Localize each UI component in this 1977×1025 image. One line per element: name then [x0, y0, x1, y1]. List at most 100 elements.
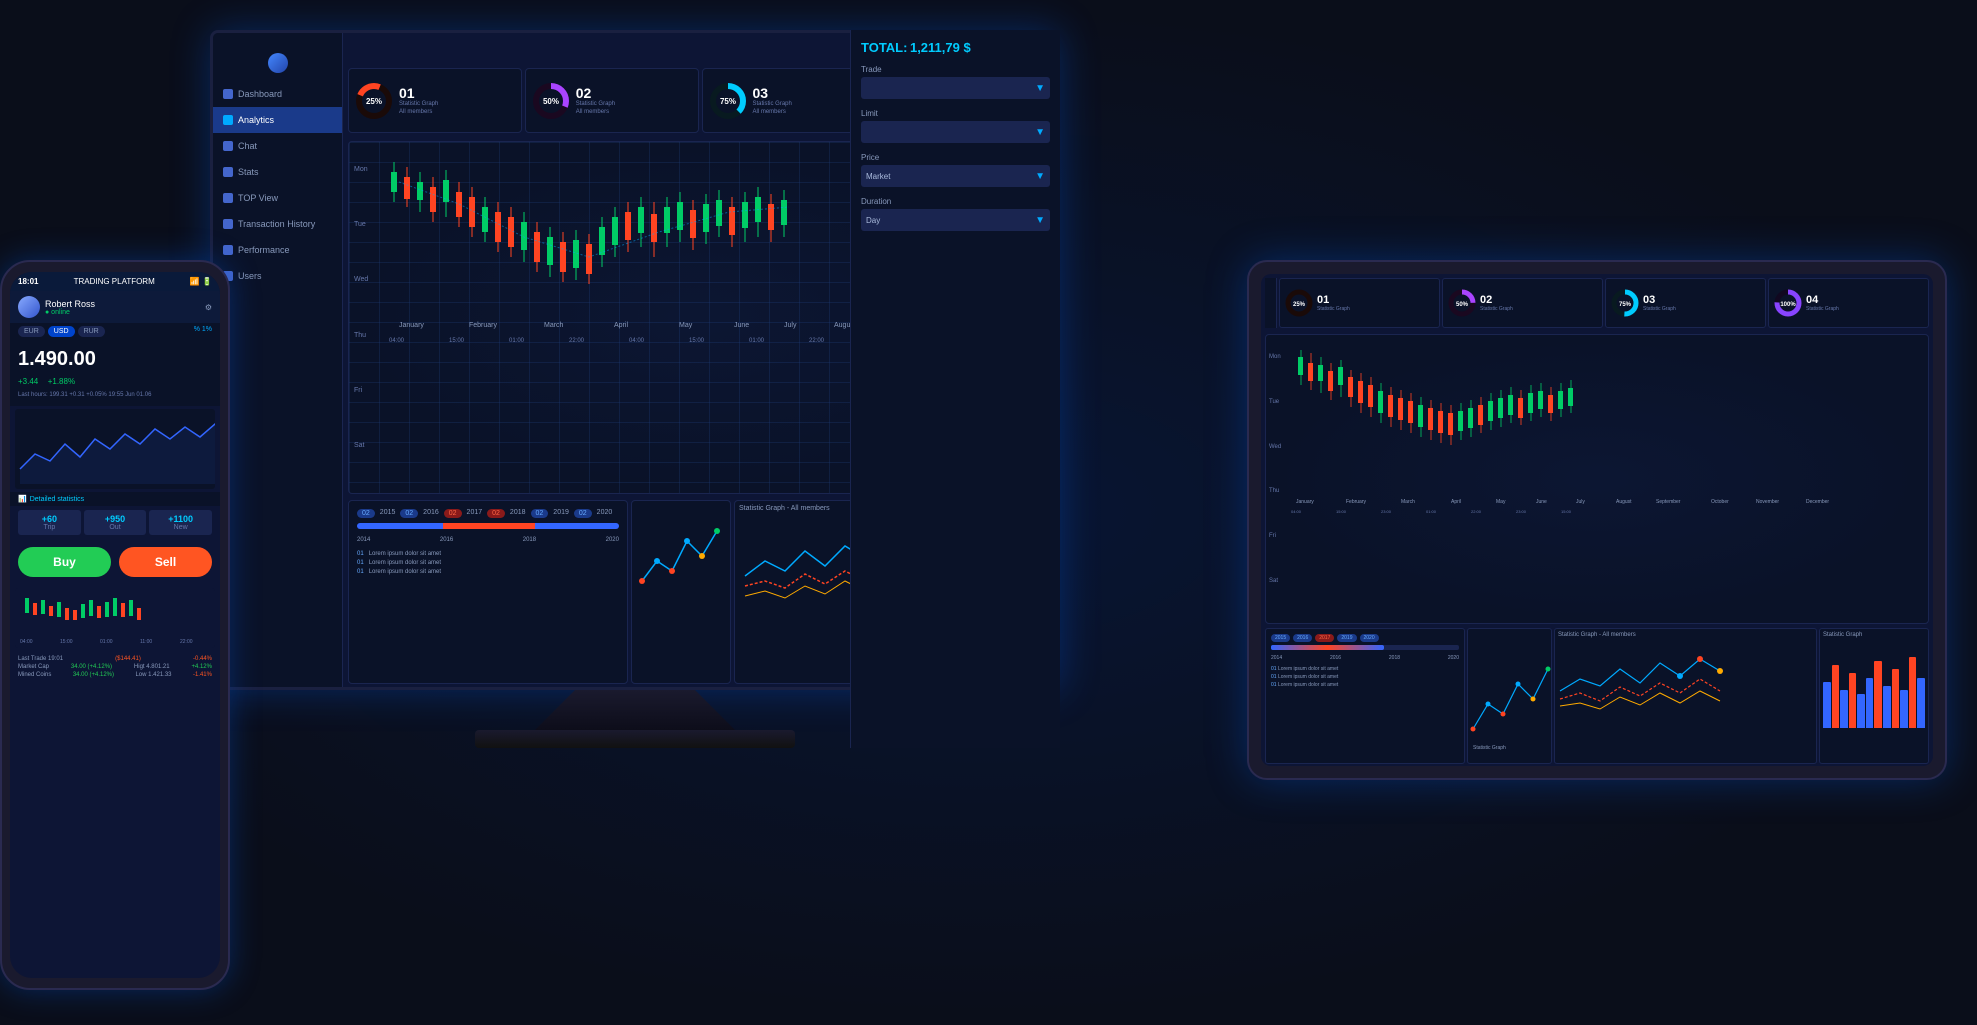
stat-box-out: +950 Out — [84, 510, 147, 535]
timeline-bar — [357, 523, 619, 529]
svg-text:04:00: 04:00 — [1291, 509, 1302, 514]
trade-label-trade: Trade — [861, 65, 1050, 74]
timeline-entries: 01Lorem ipsum dolor sit amet 01Lorem ips… — [357, 551, 619, 575]
stat-boxes: +60 Trip +950 Out +1100 New — [10, 506, 220, 539]
price-display: 1.490.00 +3.44 +1.88% Last hours: 199.31… — [10, 340, 220, 406]
svg-text:September: September — [1656, 499, 1681, 505]
dashboard-icon — [223, 89, 233, 99]
price-changes: +3.44 +1.88% — [18, 371, 212, 389]
tab-usd[interactable]: USD — [48, 326, 75, 337]
trade-select-price[interactable]: Market▼ — [861, 165, 1050, 187]
trade-label-limit: Limit — [861, 109, 1050, 118]
phone-mini-chart-1 — [15, 409, 215, 489]
phone-time: 18:01 — [18, 277, 38, 286]
tab-eur[interactable]: EUR — [18, 326, 45, 337]
tablet-year-2018: 2018 — [1389, 655, 1400, 661]
dropdown-arrow-price: ▼ — [1035, 171, 1045, 182]
dropdown-arrow-duration: ▼ — [1035, 215, 1045, 226]
dropdown-arrow-limit: ▼ — [1035, 127, 1045, 138]
trade-select-limit[interactable]: ▼ — [861, 121, 1050, 143]
svg-text:Statistic Graph: Statistic Graph — [1473, 745, 1506, 751]
sidebar-item-analytics[interactable]: Analytics — [213, 107, 342, 133]
svg-text:23:00: 23:00 — [1381, 509, 1392, 514]
sidebar: Dashboard Analytics Chat Stats — [213, 33, 343, 687]
svg-text:15:00: 15:00 — [689, 338, 705, 344]
tablet-stat-num-2: 02 — [1480, 294, 1513, 306]
tablet-day-fri: Fri — [1269, 533, 1281, 539]
sidebar-item-history[interactable]: Transaction History — [213, 211, 342, 237]
ticker-row-2: Market Cap 34.00 (+4.12%) Higt 4.801.21 … — [18, 663, 212, 671]
tablet-donut-3: 75% — [1610, 288, 1640, 318]
year-2020: 2020 — [606, 537, 619, 543]
phone-frame: 18:01 TRADING PLATFORM 📶 🔋 Robert Ross ●… — [0, 260, 230, 990]
tablet-day-sat: Sat — [1269, 578, 1281, 584]
price-change-abs: +3.44 — [18, 377, 38, 386]
tablet-stat-num-4: 04 — [1806, 294, 1839, 306]
tablet-entry-3: 01 Lorem ipsum dolor sit amet — [1271, 682, 1459, 688]
tablet-line-svg-small: Statistic Graph — [1468, 629, 1551, 763]
phone-extra-icon: ⚙ — [205, 303, 212, 312]
svg-text:March: March — [1401, 499, 1415, 505]
percent-indicator: % 1% — [194, 326, 212, 337]
tablet-stat-label-1: Statistic Graph — [1317, 306, 1350, 312]
phone-avatar — [18, 296, 40, 318]
svg-text:75%: 75% — [719, 97, 735, 106]
ticker-high: Higt 4.801.21 — [134, 664, 170, 670]
buy-button[interactable]: Buy — [18, 547, 111, 577]
tablet-bar-5 — [1857, 694, 1865, 728]
tablet-bar-4 — [1849, 673, 1857, 728]
svg-text:11:00: 11:00 — [140, 639, 152, 645]
sidebar-item-performance[interactable]: Performance — [213, 237, 342, 263]
sell-button[interactable]: Sell — [119, 547, 212, 577]
phone-chart-svg-2: 04:00 15:00 01:00 11:00 22:00 — [15, 588, 215, 648]
ticker-label-1: Last Trade 19:01 — [18, 656, 63, 662]
svg-text:June: June — [734, 322, 749, 329]
tablet-bottom-panels: 2015 2016 2017 2019 2020 2014 — [1261, 626, 1933, 766]
tablet-badge-2020: 2020 — [1360, 634, 1379, 642]
svg-text:July: July — [784, 322, 797, 329]
tablet-bar-label: Statistic Graph — [1820, 629, 1928, 641]
svg-text:04:00: 04:00 — [20, 639, 33, 645]
monitor-base — [475, 730, 795, 748]
sidebar-item-dashboard[interactable]: Dashboard — [213, 81, 342, 107]
sidebar-item-chat[interactable]: Chat — [213, 133, 342, 159]
tablet-day-tue: Tue — [1269, 399, 1281, 405]
tablet-main-chart: Mon Tue Wed Thu Fri Sat January February… — [1265, 334, 1929, 624]
trade-panel: TOTAL: 1,211,79 $ Trade ▼ Limit ▼ — [850, 30, 1060, 690]
tablet-bar-3 — [1840, 690, 1848, 728]
sidebar-label-chat: Chat — [238, 141, 257, 151]
sidebar-label-topview: TOP View — [238, 193, 278, 203]
donut-chart-3: 75% — [708, 81, 748, 121]
price-main: 1.490.00 — [18, 348, 212, 371]
donut-chart-1: 25% — [354, 81, 394, 121]
svg-text:February: February — [1346, 499, 1367, 505]
svg-text:December: December — [1806, 499, 1829, 505]
sidebar-item-topview[interactable]: TOP View — [213, 185, 342, 211]
donut-chart-2: 50% — [531, 81, 571, 121]
sidebar-item-stats[interactable]: Stats — [213, 159, 342, 185]
svg-text:25%: 25% — [366, 97, 382, 106]
svg-text:75%: 75% — [1619, 302, 1632, 308]
tablet-october-label: October — [1711, 499, 1729, 505]
buy-sell-section: Buy Sell — [10, 539, 220, 585]
sidebar-item-users[interactable]: Users — [213, 263, 342, 289]
detailed-stats-label: Detailed statistics — [30, 496, 84, 503]
line-chart-svg — [632, 501, 730, 683]
tablet-stat-label-3: Statistic Graph — [1643, 306, 1676, 312]
trade-select-duration[interactable]: Day▼ — [861, 209, 1050, 231]
phone-status: ● online — [45, 309, 95, 316]
phone-user-info: Robert Ross ● online ⚙ — [10, 291, 220, 323]
chart-icon: 📊 — [18, 495, 27, 503]
sidebar-label-users: Users — [238, 271, 262, 281]
trade-select-trade[interactable]: ▼ — [861, 77, 1050, 99]
tablet-donut-1: 25% — [1284, 288, 1314, 318]
svg-text:January: January — [1296, 499, 1314, 505]
tablet-year-2014: 2014 — [1271, 655, 1282, 661]
svg-text:April: April — [1451, 499, 1461, 505]
tablet-july-label: July — [1576, 499, 1585, 505]
tablet-bar-chart: Statistic Graph — [1819, 628, 1929, 764]
tab-rur[interactable]: RUR — [78, 326, 105, 337]
trade-label-duration: Duration — [861, 197, 1050, 206]
dropdown-arrow-trade: ▼ — [1035, 83, 1045, 94]
tablet-stat-cards: 25% 01 Statistic Graph — [1261, 274, 1933, 332]
